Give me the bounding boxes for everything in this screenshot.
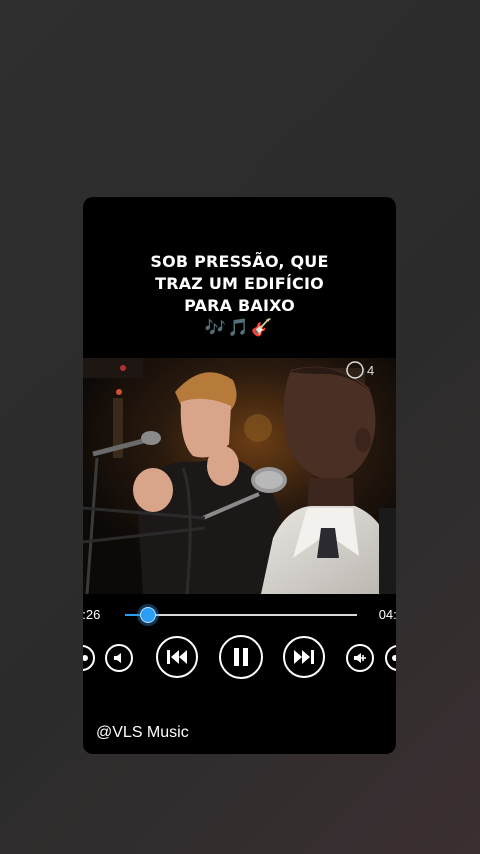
lyrics-caption: SOB PRESSÃO, QUE TRAZ UM EDIFÍCIO PARA B… — [83, 251, 396, 339]
volume-down-icon — [114, 653, 121, 663]
next-edge-icon — [392, 655, 396, 661]
previous-edge-button[interactable] — [83, 645, 95, 671]
video-still: 4 — [83, 358, 396, 594]
pause-button[interactable] — [219, 635, 263, 679]
lyrics-line-1: SOB PRESSÃO, QUE — [150, 252, 329, 271]
channel-logo: 4 — [367, 363, 374, 378]
skip-previous-button[interactable] — [156, 636, 198, 678]
pause-icon — [234, 648, 248, 666]
playback-controls — [83, 634, 396, 680]
volume-up-icon — [354, 653, 366, 663]
total-time: 04:4 — [378, 607, 396, 622]
current-time: 0:26 — [83, 607, 101, 622]
skip-next-icon — [294, 650, 314, 664]
next-edge-button[interactable] — [385, 645, 396, 671]
lyrics-line-3: PARA BAIXO — [184, 296, 295, 315]
video-frame[interactable]: 4 — [83, 358, 396, 594]
volume-down-button[interactable] — [105, 644, 133, 672]
player-card: SOB PRESSÃO, QUE TRAZ UM EDIFÍCIO PARA B… — [83, 197, 396, 754]
lyrics-line-2: TRAZ UM EDIFÍCIO — [155, 274, 324, 293]
progress-row: 0:26 04:4 — [83, 603, 396, 627]
skip-next-button[interactable] — [283, 636, 325, 678]
channel-watermark: @VLS Music — [96, 724, 189, 741]
music-emoji: 🎶🎵🎸 — [204, 318, 275, 338]
previous-edge-icon — [83, 655, 88, 661]
volume-up-button[interactable] — [346, 644, 374, 672]
seek-bar[interactable] — [125, 607, 357, 623]
skip-previous-icon — [167, 650, 187, 664]
seek-knob[interactable] — [140, 607, 157, 623]
